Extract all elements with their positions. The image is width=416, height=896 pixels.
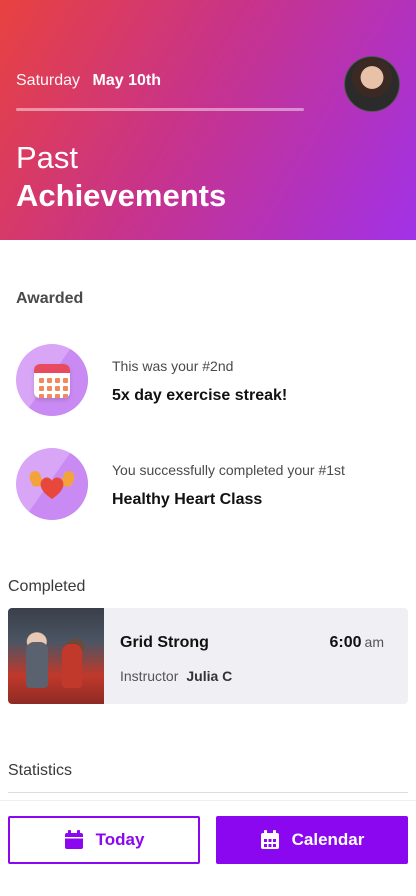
- calendar-grid-icon: [260, 830, 279, 849]
- class-time: 6:00 am: [330, 634, 384, 652]
- instructor-name: Julia C: [186, 668, 233, 684]
- divider: [8, 792, 408, 793]
- class-name: Grid Strong: [120, 634, 209, 651]
- calendar-icon: [64, 830, 83, 849]
- page-title-line1: Past: [16, 140, 79, 175]
- day-of-week: Saturday: [16, 72, 81, 89]
- page-title-line2: Achievements: [16, 178, 227, 213]
- class-photo: [8, 608, 104, 704]
- awarded-section-label: Awarded: [16, 290, 84, 307]
- calendar-button-label: Calendar: [291, 830, 365, 849]
- completed-section-label: Completed: [8, 578, 86, 595]
- completed-class-card[interactable]: Grid Strong 6:00 am Instructor Julia C: [8, 608, 408, 704]
- instructor-label: Instructor: [120, 668, 179, 684]
- header-divider: [16, 108, 304, 111]
- award-title: 5x day exercise streak!: [112, 387, 288, 404]
- class-time-value: 6:00: [329, 634, 362, 651]
- class-time-ampm: am: [364, 634, 384, 650]
- calendar-icon: [16, 344, 88, 416]
- header-date: Saturday May 10th: [16, 72, 161, 90]
- calendar-button[interactable]: Calendar: [216, 816, 408, 864]
- date-text: May 10th: [92, 72, 161, 89]
- award-item[interactable]: You successfully completed your #1st Hea…: [16, 448, 406, 520]
- today-button-label: Today: [95, 830, 145, 849]
- award-title: Healthy Heart Class: [112, 491, 263, 508]
- instructor-row: Instructor Julia C: [120, 668, 232, 684]
- award-subtitle: This was your #2nd: [112, 358, 234, 374]
- award-subtitle: You successfully completed your #1st: [112, 462, 345, 478]
- statistics-section-label: Statistics: [8, 762, 73, 779]
- award-item[interactable]: This was your #2nd 5x day exercise strea…: [16, 344, 406, 416]
- muscle-heart-icon: [16, 448, 88, 520]
- today-button[interactable]: Today: [8, 816, 200, 864]
- header-banner: Saturday May 10th Past Achievements: [0, 0, 416, 240]
- avatar[interactable]: [344, 56, 400, 112]
